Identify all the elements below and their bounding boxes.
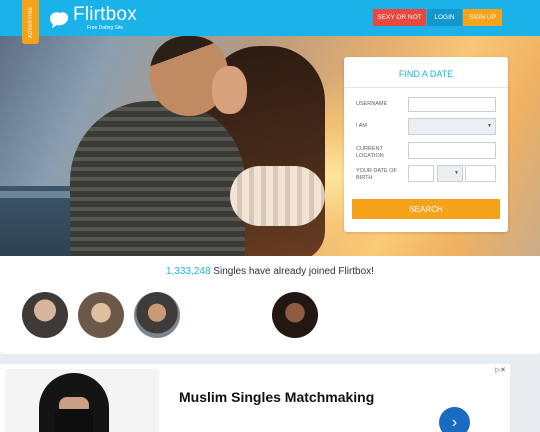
date-of-birth-label: YOUR DATE OF BIRTH [356, 168, 397, 181]
top-header: Flirtbox Free Dating Site SEXY OR NOT LO… [0, 0, 540, 36]
advertise-tab[interactable]: ADVERTISE [22, 0, 39, 44]
current-location-input[interactable] [408, 142, 496, 159]
i-am-label: I AM [356, 123, 368, 129]
i-am-select[interactable]: ▼ [408, 118, 496, 135]
member-avatar[interactable] [134, 292, 180, 338]
member-avatar[interactable] [22, 292, 68, 338]
advertise-tab-label: ADVERTISE [27, 6, 34, 38]
ad-image [5, 369, 159, 432]
birth-year-input[interactable] [465, 165, 496, 182]
singles-message: 1,333,248 Singles have already joined Fl… [0, 266, 540, 277]
close-icon[interactable]: ✕ [500, 366, 506, 374]
username-label: USERNAME [356, 101, 388, 107]
logo-icon [46, 9, 70, 29]
dropdown-caret-icon: ▼ [487, 123, 492, 129]
login-button[interactable]: LOGIN [427, 9, 462, 26]
panel-title: FIND A DATE [398, 69, 454, 79]
logo-tagline: Free Dating Site [87, 25, 124, 31]
current-location-label: CURRENT LOCATION [356, 146, 384, 159]
username-input[interactable] [408, 97, 496, 112]
chevron-right-icon[interactable]: › [439, 407, 470, 432]
singles-text: Singles have already joined Flirtbox! [210, 266, 374, 277]
logo[interactable]: Flirtbox Free Dating Site [46, 4, 137, 31]
signup-button[interactable]: SIGN UP [463, 9, 502, 26]
ad-title[interactable]: Muslim Singles Matchmaking [179, 389, 374, 405]
dropdown-caret-icon: ▼ [454, 170, 459, 176]
advertisement[interactable]: Muslim Singles Matchmaking › [0, 364, 510, 432]
search-button[interactable]: SEARCH [352, 199, 500, 219]
logo-name: Flirtbox [73, 4, 137, 25]
member-avatar[interactable] [272, 292, 318, 338]
sexy-or-not-button[interactable]: SEXY OR NOT [373, 9, 426, 26]
birth-day-input[interactable] [408, 165, 434, 182]
find-a-date-panel: FIND A DATE USERNAME I AM ▼ CURRENT LOCA… [344, 57, 508, 232]
birth-month-select[interactable]: ▼ [437, 165, 463, 182]
singles-count: 1,333,248 [166, 266, 211, 277]
member-avatar[interactable] [78, 292, 124, 338]
